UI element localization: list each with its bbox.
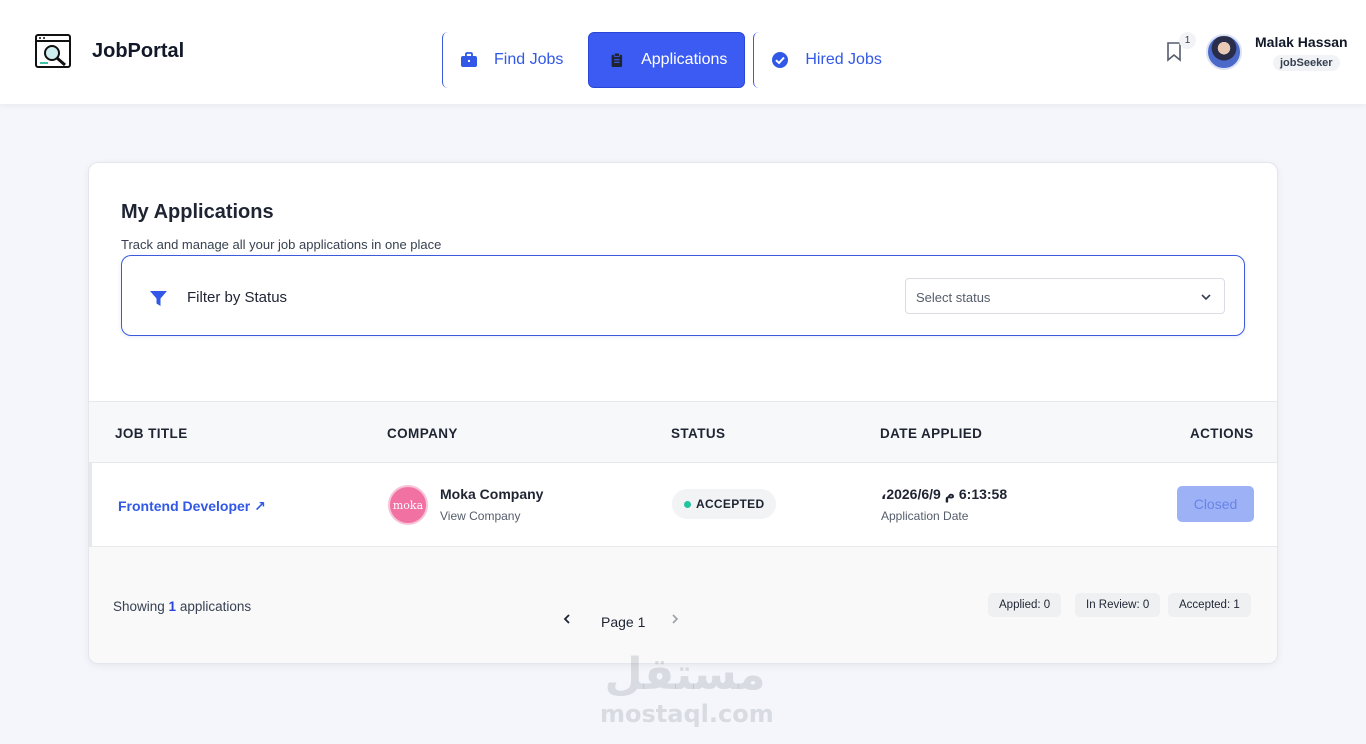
chevron-down-icon xyxy=(1201,294,1211,301)
status-badge-label: ACCEPTED xyxy=(696,497,765,511)
filter-icon xyxy=(150,291,167,306)
showing-suffix: applications xyxy=(176,599,252,614)
stat-in-review: In Review: 0 xyxy=(1075,593,1161,617)
page-subtitle: Track and manage all your job applicatio… xyxy=(121,237,442,252)
status-select-placeholder: Select status xyxy=(916,290,991,305)
closed-button[interactable]: Closed xyxy=(1177,486,1254,522)
user-avatar[interactable] xyxy=(1206,34,1242,70)
company-name: Moka Company xyxy=(440,486,544,502)
status-badge: ACCEPTED xyxy=(672,489,777,519)
showing-prefix: Showing xyxy=(113,599,169,614)
table-footer: Showing 1 applications Page 1 Applied: 0… xyxy=(89,547,1277,663)
user-name: Malak Hassan xyxy=(1255,34,1348,50)
main-nav: Find Jobs Applications Hired Jobs xyxy=(442,32,902,88)
chevron-right-icon[interactable] xyxy=(669,613,681,625)
status-filter-panel: Filter by Status Select status xyxy=(121,255,1245,336)
column-header-company: COMPANY xyxy=(387,426,458,441)
status-select[interactable]: Select status xyxy=(905,278,1225,314)
nav-find-jobs-label: Find Jobs xyxy=(494,51,564,68)
nav-find-jobs[interactable]: Find Jobs xyxy=(442,32,588,88)
nav-applications-label: Applications xyxy=(641,51,728,68)
brand-name: JobPortal xyxy=(92,39,185,62)
status-dot xyxy=(684,501,691,508)
briefcase-icon xyxy=(461,52,477,67)
date-applied-caption: Application Date xyxy=(881,509,969,523)
view-company-link[interactable]: View Company xyxy=(440,509,520,523)
column-header-date-applied: DATE APPLIED xyxy=(880,426,983,441)
brand[interactable]: JobPortal xyxy=(34,32,184,70)
showing-count: Showing 1 applications xyxy=(113,599,251,614)
nav-applications[interactable]: Applications xyxy=(588,32,746,88)
column-header-status: STATUS xyxy=(671,426,726,441)
table-header: JOB TITLE COMPANY STATUS DATE APPLIED AC… xyxy=(89,401,1277,463)
applications-card: My Applications Track and manage all you… xyxy=(88,162,1278,664)
watermark-arabic: مستقل xyxy=(604,649,766,700)
chevron-left-icon[interactable] xyxy=(561,613,573,625)
job-search-logo-icon xyxy=(35,34,71,68)
table-row: Frontend Developer ↗ moka Moka Company V… xyxy=(89,463,1277,547)
watermark: مستقل mostaql.com xyxy=(600,649,774,729)
stat-applied: Applied: 0 xyxy=(988,593,1062,617)
clipboard-icon xyxy=(611,52,623,67)
column-header-job-title: JOB TITLE xyxy=(115,426,188,441)
nav-hired-jobs[interactable]: Hired Jobs xyxy=(753,32,901,88)
user-role-badge: jobSeeker xyxy=(1273,55,1340,71)
check-circle-icon xyxy=(772,52,789,68)
nav-hired-jobs-label: Hired Jobs xyxy=(805,51,882,68)
notification-badge: 1 xyxy=(1179,32,1196,49)
watermark-latin: mostaql.com xyxy=(600,700,774,728)
company-logo: moka xyxy=(388,485,428,525)
page-title: My Applications xyxy=(121,201,274,223)
job-title-link[interactable]: Frontend Developer ↗ xyxy=(118,498,266,515)
date-applied-value: 6:13:58 م‏ 2026/6/9، xyxy=(881,486,1008,502)
top-header: JobPortal Find Jobs Applications Hired J… xyxy=(0,0,1366,104)
column-header-actions: ACTIONS xyxy=(1190,426,1254,441)
showing-count-number: 1 xyxy=(168,599,177,614)
filter-label: Filter by Status xyxy=(187,289,288,306)
page-indicator: Page 1 xyxy=(601,614,646,630)
stat-accepted: Accepted: 1 xyxy=(1168,593,1251,617)
